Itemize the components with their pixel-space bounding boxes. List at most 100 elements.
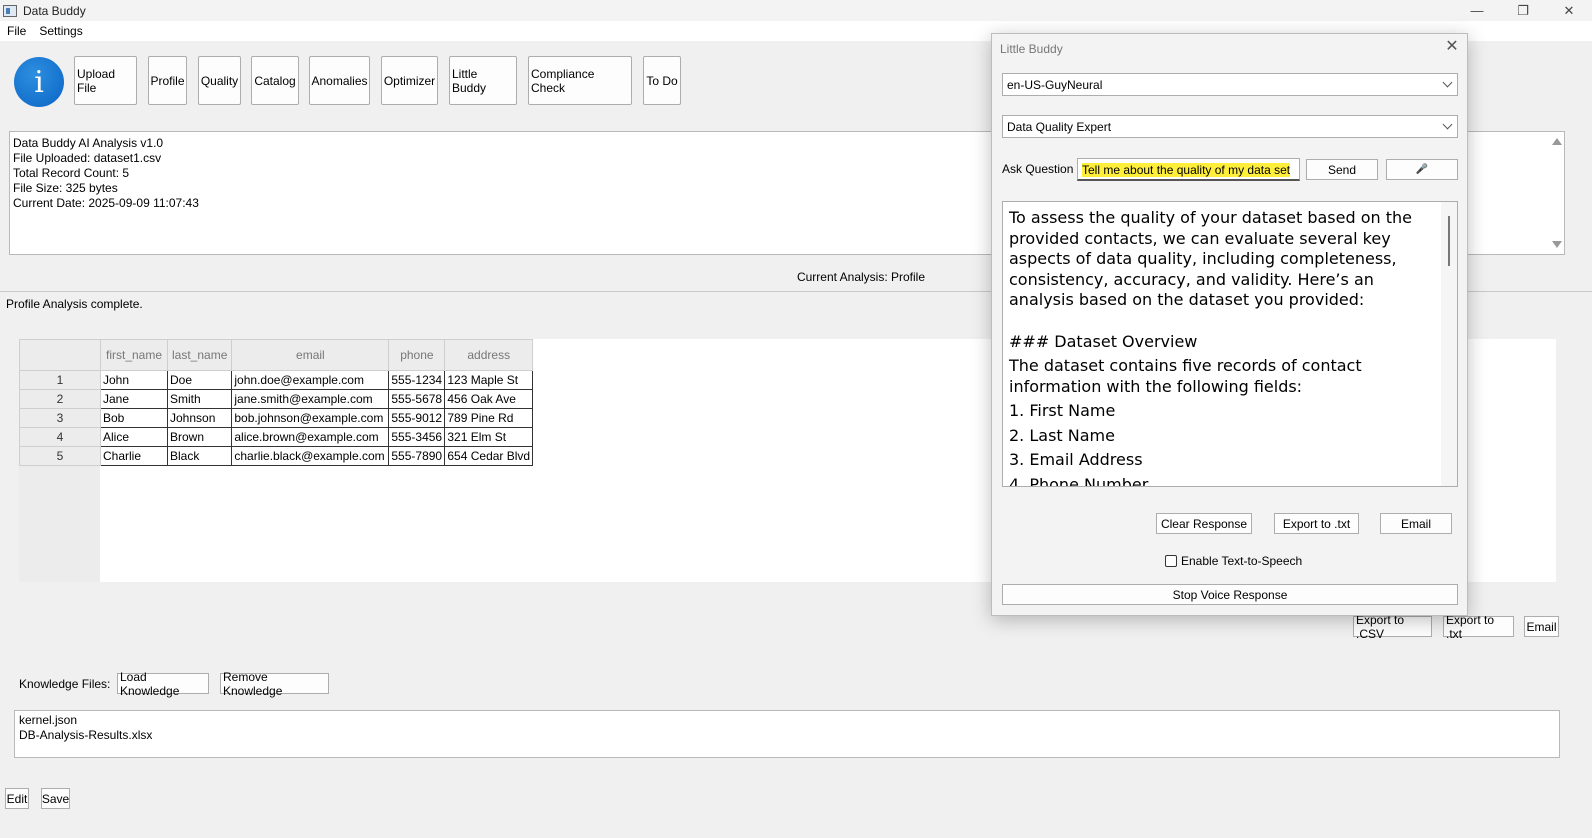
voice-select[interactable]: en-US-GuyNeural: [1002, 73, 1458, 96]
question-input-value: Tell me about the quality of my data set: [1082, 163, 1291, 177]
table-cell[interactable]: 555-9012: [388, 408, 446, 428]
info-scrollbar[interactable]: [1550, 132, 1564, 254]
table-cell[interactable]: 456 Oak Ave: [444, 389, 534, 409]
knowledge-files-label: Knowledge Files:: [19, 677, 111, 691]
microphone-icon[interactable]: 🎤: [1386, 159, 1458, 180]
table-cell[interactable]: Smith: [166, 389, 233, 409]
compliance-check-button[interactable]: Compliance Check: [528, 56, 632, 105]
table-cell[interactable]: 555-7890: [388, 446, 446, 466]
clear-response-button[interactable]: Clear Response: [1156, 513, 1252, 534]
catalog-button[interactable]: Catalog: [251, 56, 299, 105]
column-header[interactable]: phone: [388, 339, 446, 371]
row-header[interactable]: 5: [19, 446, 101, 466]
window-title: Data Buddy: [23, 3, 86, 18]
table-cell[interactable]: bob.johnson@example.com: [231, 408, 390, 428]
response-paragraph: 4. Phone Number: [1009, 474, 1149, 487]
dialog-email-button[interactable]: Email: [1380, 513, 1452, 534]
table-cell[interactable]: 321 Elm St: [444, 427, 534, 447]
table-cell[interactable]: Brown: [166, 427, 233, 447]
tts-checkbox-row[interactable]: Enable Text-to-Speech: [1165, 554, 1302, 568]
table-cell[interactable]: Doe: [166, 370, 233, 390]
table-header-row: first_name last_name email phone address: [19, 339, 534, 371]
table-row[interactable]: 1 John Doe john.doe@example.com 555-1234…: [19, 370, 534, 390]
tts-checkbox[interactable]: [1165, 555, 1177, 567]
table-cell[interactable]: 654 Cedar Blvd: [444, 446, 534, 466]
table-cell[interactable]: 555-1234: [388, 370, 446, 390]
little-buddy-button[interactable]: Little Buddy: [449, 56, 517, 105]
list-item[interactable]: kernel.json: [19, 713, 1555, 728]
response-paragraph: To assess the quality of your dataset ba…: [1009, 208, 1412, 309]
scrollbar-thumb[interactable]: [1448, 216, 1450, 266]
row-header[interactable]: 1: [19, 370, 101, 390]
quality-button[interactable]: Quality: [198, 56, 241, 105]
upload-file-button[interactable]: Upload File: [74, 56, 137, 105]
table-cell[interactable]: john.doe@example.com: [231, 370, 390, 390]
list-item[interactable]: DB-Analysis-Results.xlsx: [19, 728, 1555, 743]
to-do-button[interactable]: To Do: [643, 56, 681, 105]
table-cell[interactable]: Black: [166, 446, 233, 466]
corner-header[interactable]: [19, 339, 101, 371]
table-cell[interactable]: jane.smith@example.com: [231, 389, 390, 409]
menu-file[interactable]: File: [1, 24, 32, 38]
export-txt-button[interactable]: Export to .txt: [1443, 613, 1514, 641]
email-button[interactable]: Email: [1524, 616, 1559, 637]
table-cell[interactable]: Johnson: [166, 408, 233, 428]
knowledge-files-list[interactable]: kernel.json DB-Analysis-Results.xlsx: [14, 710, 1560, 758]
dialog-close-icon[interactable]: ✕: [1443, 38, 1461, 56]
row-header[interactable]: 3: [19, 408, 101, 428]
table-cell[interactable]: alice.brown@example.com: [231, 427, 390, 447]
ask-question-label: Ask Question: [1002, 162, 1074, 176]
response-scrollbar[interactable]: [1441, 202, 1457, 486]
save-button[interactable]: Save: [41, 788, 70, 809]
restore-icon[interactable]: ❐: [1500, 0, 1546, 21]
profile-button[interactable]: Profile: [148, 56, 187, 105]
table-row[interactable]: 5 Charlie Black charlie.black@example.co…: [19, 446, 534, 466]
anomalies-button[interactable]: Anomalies: [309, 56, 370, 105]
remove-knowledge-button[interactable]: Remove Knowledge: [220, 670, 329, 698]
export-csv-button[interactable]: Export to .CSV: [1353, 613, 1432, 641]
table-cell[interactable]: Jane: [100, 389, 168, 409]
optimizer-button[interactable]: Optimizer: [381, 56, 438, 105]
scroll-up-icon[interactable]: [1552, 138, 1562, 145]
info-icon[interactable]: i: [14, 57, 64, 107]
row-header[interactable]: 2: [19, 389, 101, 409]
table-row[interactable]: 2 Jane Smith jane.smith@example.com 555-…: [19, 389, 534, 409]
response-paragraph: 3. Email Address: [1009, 450, 1143, 469]
minimize-icon[interactable]: —: [1454, 0, 1500, 21]
data-table: first_name last_name email phone address…: [19, 339, 534, 466]
stop-voice-button[interactable]: Stop Voice Response: [1002, 584, 1458, 605]
table-cell[interactable]: Alice: [100, 427, 168, 447]
table-cell[interactable]: 789 Pine Rd: [444, 408, 534, 428]
table-cell[interactable]: 123 Maple St: [444, 370, 534, 390]
persona-select-value: Data Quality Expert: [1007, 120, 1112, 134]
table-cell[interactable]: Bob: [100, 408, 168, 428]
table-cell[interactable]: charlie.black@example.com: [231, 446, 390, 466]
persona-select[interactable]: Data Quality Expert: [1002, 115, 1458, 138]
menu-settings[interactable]: Settings: [33, 24, 88, 38]
question-input[interactable]: Tell me about the quality of my data set: [1077, 158, 1300, 181]
column-header[interactable]: address: [444, 339, 534, 371]
table-cell[interactable]: 555-3456: [388, 427, 446, 447]
load-knowledge-button[interactable]: Load Knowledge: [117, 670, 209, 698]
table-row[interactable]: 4 Alice Brown alice.brown@example.com 55…: [19, 427, 534, 447]
column-header[interactable]: last_name: [166, 339, 233, 371]
send-button[interactable]: Send: [1306, 159, 1378, 180]
scroll-down-icon[interactable]: [1552, 241, 1562, 248]
voice-select-value: en-US-GuyNeural: [1007, 78, 1103, 92]
response-textbox[interactable]: To assess the quality of your dataset ba…: [1002, 201, 1458, 487]
title-bar: Data Buddy — ❐ ✕: [0, 0, 1592, 21]
column-header[interactable]: email: [231, 339, 390, 371]
edit-button[interactable]: Edit: [5, 788, 29, 809]
close-icon[interactable]: ✕: [1546, 0, 1592, 21]
tts-label: Enable Text-to-Speech: [1181, 554, 1303, 568]
window-controls: — ❐ ✕: [1454, 0, 1592, 21]
table-cell[interactable]: 555-5678: [388, 389, 446, 409]
table-cell[interactable]: John: [100, 370, 168, 390]
row-header[interactable]: 4: [19, 427, 101, 447]
table-cell[interactable]: Charlie: [100, 446, 168, 466]
response-paragraph: 1. First Name: [1009, 401, 1116, 420]
column-header[interactable]: first_name: [100, 339, 168, 371]
dialog-export-txt-button[interactable]: Export to .txt: [1274, 513, 1359, 534]
dialog-title: Little Buddy: [1000, 42, 1063, 56]
table-row[interactable]: 3 Bob Johnson bob.johnson@example.com 55…: [19, 408, 534, 428]
